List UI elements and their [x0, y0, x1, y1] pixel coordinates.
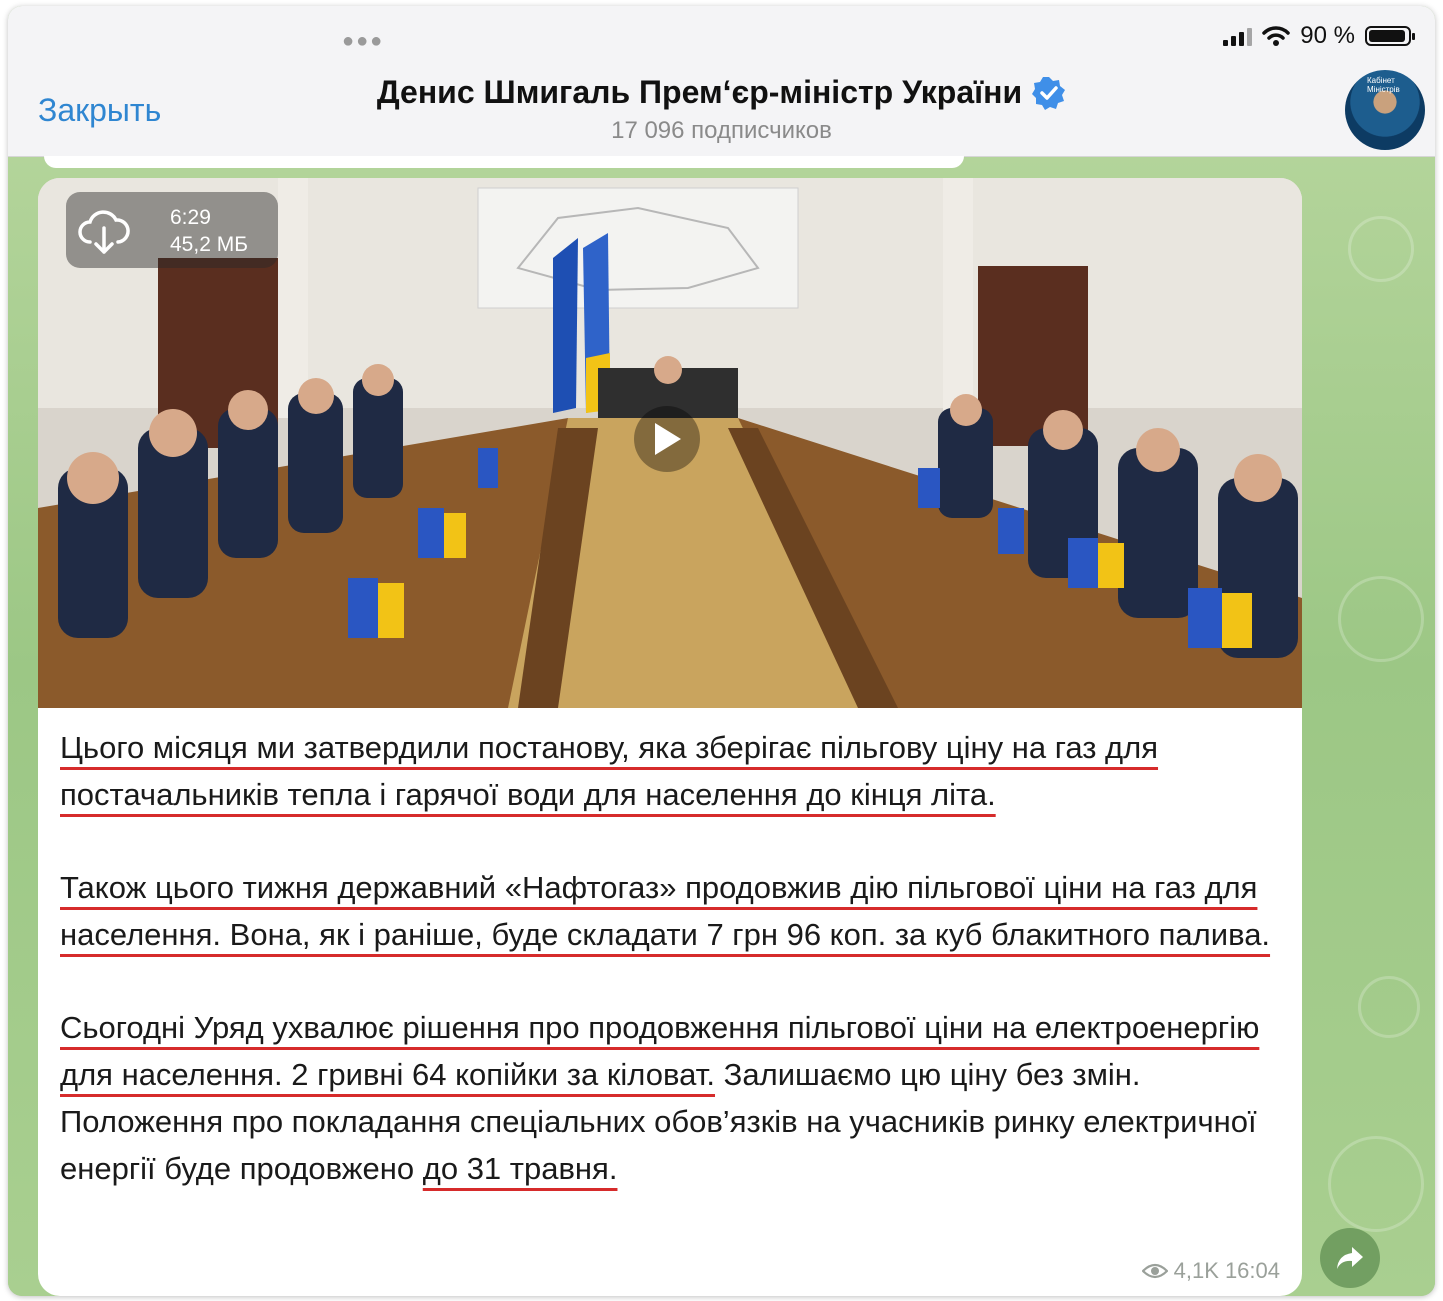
message-meta: 4,1K 16:04: [1141, 1258, 1280, 1284]
video-info-badge[interactable]: 6:29 45,2 МБ: [66, 192, 278, 268]
previous-message-edge: [44, 156, 964, 168]
paragraph-2: Також цього тижня державний «Нафтогаз» п…: [60, 870, 1271, 952]
paragraph-1: Цього місяця ми затвердили постанову, як…: [60, 730, 1159, 812]
message-bubble: 6:29 45,2 МБ Цього місяця ми затвердили …: [38, 178, 1302, 1296]
battery-icon: [1365, 26, 1415, 46]
share-arrow-icon: [1337, 1247, 1363, 1269]
channel-title-block[interactable]: Денис Шмигаль Прем‘єр-міністр України 17…: [8, 74, 1435, 145]
wifi-icon: [1262, 26, 1291, 46]
cloud-download-icon: [78, 210, 130, 254]
view-count: 4,1K: [1173, 1258, 1219, 1283]
video-thumbnail[interactable]: 6:29 45,2 МБ: [38, 178, 1302, 708]
battery-percent: 90 %: [1300, 22, 1355, 49]
paragraph-3: Сьогодні Уряд ухвалює рішення про продов…: [60, 1010, 1260, 1186]
video-size: 45,2 МБ: [170, 233, 248, 256]
video-duration: 6:29: [170, 206, 211, 229]
channel-title: Денис Шмигаль Прем‘єр-міністр України: [376, 74, 1023, 110]
views-eye-icon: [1141, 1263, 1168, 1279]
post-text: Цього місяця ми затвердили постанову, як…: [60, 724, 1290, 1238]
status-bar: 90 %: [1223, 22, 1415, 50]
channel-avatar[interactable]: Кабінет Міністрів: [1345, 70, 1425, 150]
play-button[interactable]: [634, 406, 700, 472]
multitask-dots-icon[interactable]: ●●●: [342, 30, 384, 53]
verified-badge-icon: [1032, 76, 1066, 110]
channel-header: ●●● 90 % Закрыть Денис Шмигаль Прем‘єр-м…: [8, 6, 1435, 157]
telegram-window: ●●● 90 % Закрыть Денис Шмигаль Прем‘єр-м…: [8, 6, 1435, 1296]
cellular-signal-icon: [1223, 26, 1253, 46]
avatar-caption: Кабінет Міністрів: [1367, 76, 1400, 94]
share-button[interactable]: [1320, 1228, 1380, 1288]
subscriber-count: 17 096 подписчиков: [611, 117, 832, 144]
message-time: 16:04: [1224, 1258, 1280, 1283]
play-icon: [655, 423, 681, 455]
